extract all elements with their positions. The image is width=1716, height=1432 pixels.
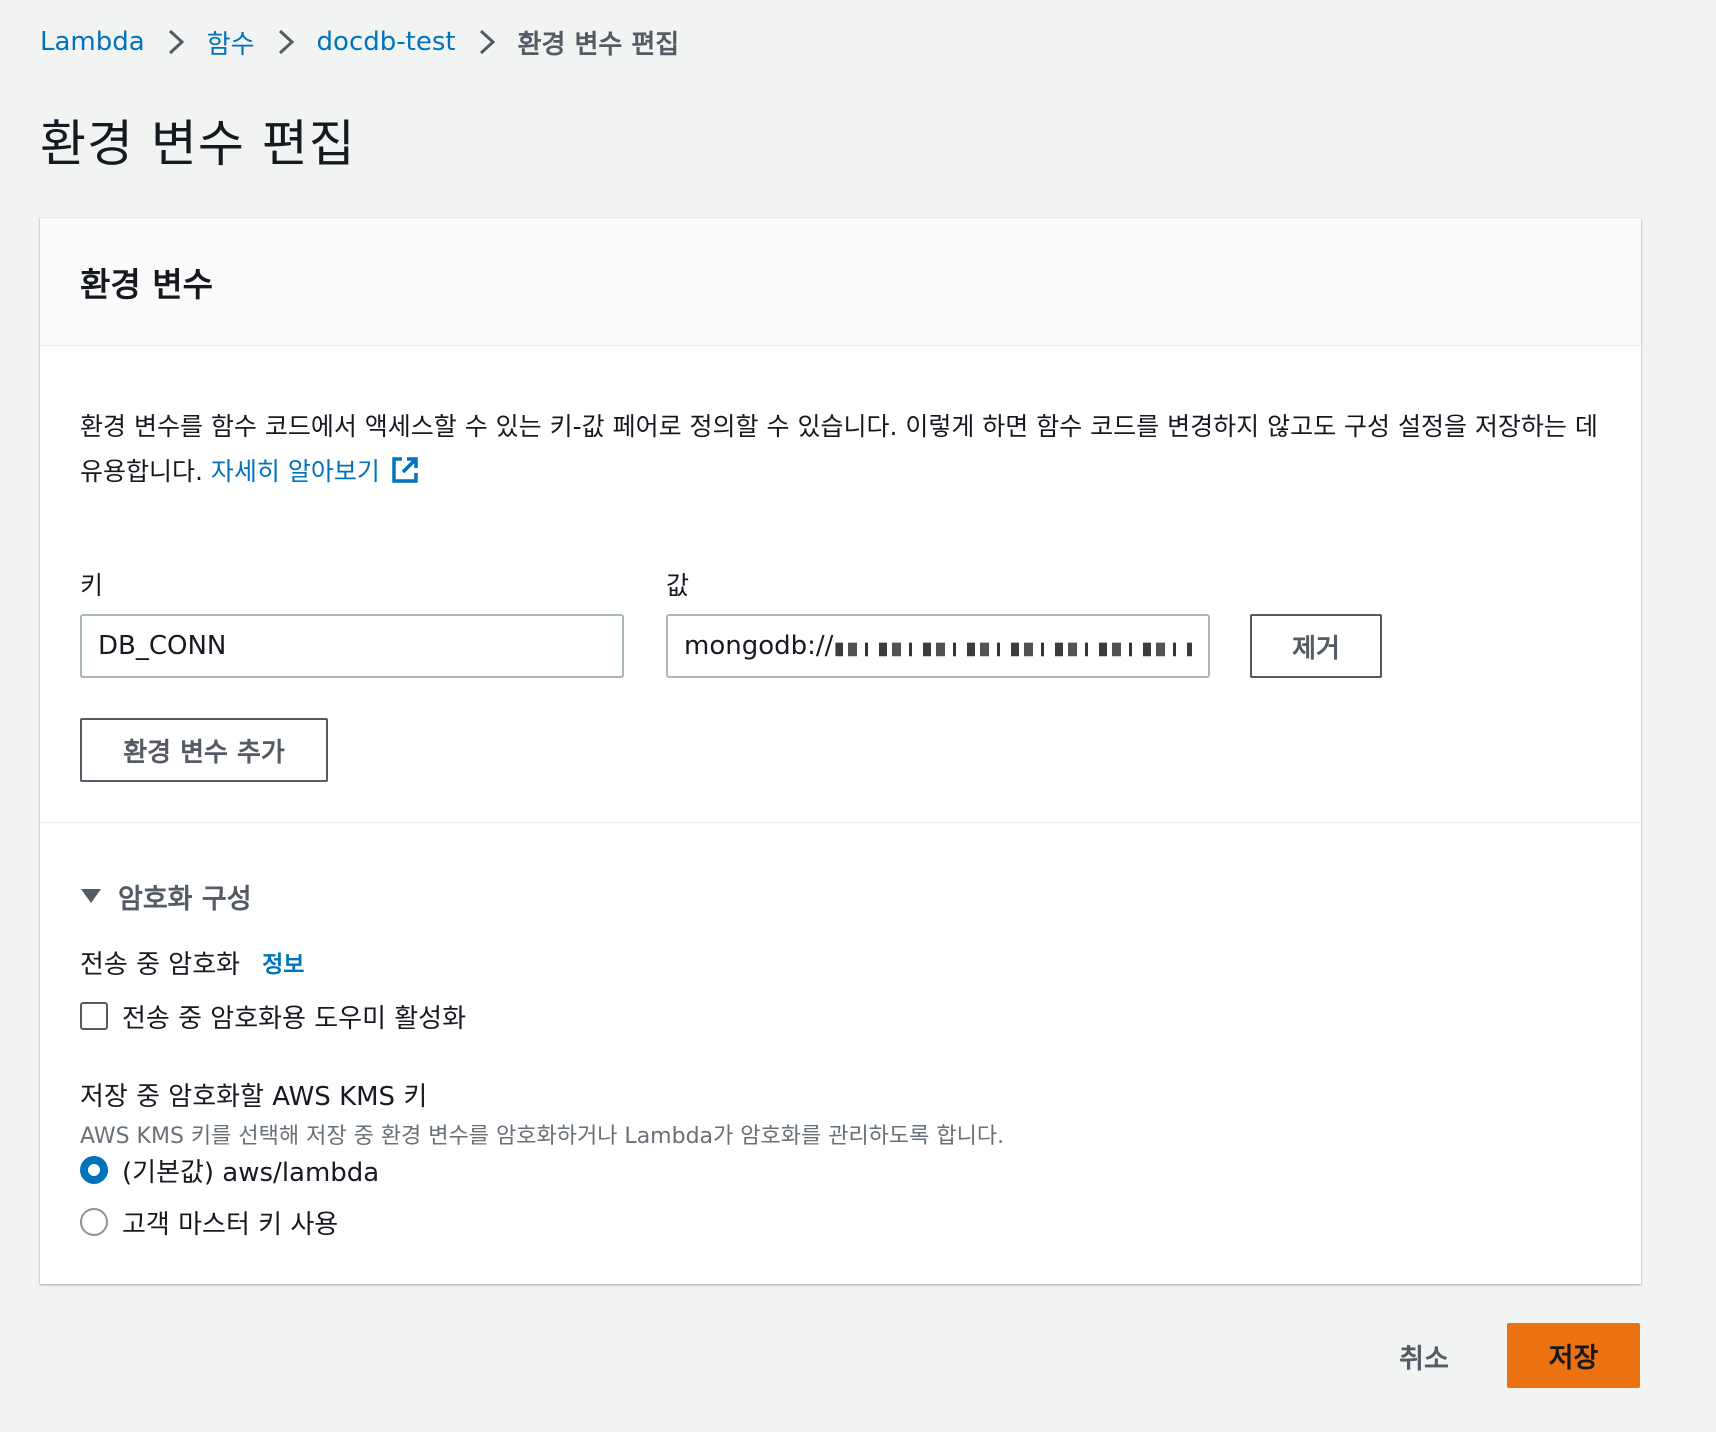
learn-more-label: 자세히 알아보기	[210, 457, 380, 486]
encryption-section-title: 암호화 구성	[118, 883, 252, 915]
kms-customer-label: 고객 마스터 키 사용	[122, 1209, 339, 1240]
transit-encryption-label: 전송 중 암호화 정보	[80, 942, 304, 982]
environment-variables-panel: 환경 변수 환경 변수를 함수 코드에서 액세스할 수 있는 키-값 페어로 정…	[40, 218, 1641, 1284]
external-link-icon	[392, 457, 418, 483]
breadcrumb-current: 환경 변수 편집	[517, 29, 680, 60]
kms-customer-radio[interactable]	[80, 1208, 108, 1236]
key-input[interactable]: DB_CONN	[80, 614, 624, 678]
cancel-button[interactable]: 취소	[1372, 1324, 1476, 1388]
transit-helper-label: 전송 중 암호화용 도우미 활성화	[122, 1003, 467, 1034]
remove-button[interactable]: 제거	[1250, 614, 1382, 678]
chevron-right-icon	[456, 22, 518, 62]
add-environment-variable-button[interactable]: 환경 변수 추가	[80, 718, 328, 782]
transit-encryption-text: 전송 중 암호화	[80, 949, 241, 980]
redacted-connection-string	[835, 642, 1192, 657]
section-divider	[40, 822, 1641, 823]
value-label: 값	[666, 571, 690, 600]
info-link[interactable]: 정보	[262, 945, 304, 979]
breadcrumb-function-name[interactable]: docdb-test	[317, 27, 456, 57]
env-description: 환경 변수를 함수 코드에서 액세스할 수 있는 키-값 페어로 정의할 수 있…	[80, 404, 1600, 494]
panel-header: 환경 변수	[40, 218, 1641, 346]
breadcrumb: Lambda 함수 docdb-test 환경 변수 편집	[40, 22, 679, 62]
kms-option-default[interactable]: (기본값) aws/lambda	[80, 1150, 379, 1190]
panel-title: 환경 변수	[80, 264, 213, 304]
kms-default-label: (기본값) aws/lambda	[122, 1157, 380, 1188]
key-label: 키	[80, 571, 104, 600]
value-input[interactable]: mongodb://	[666, 614, 1210, 678]
page: Lambda 함수 docdb-test 환경 변수 편집 환경 변수 편집 환…	[0, 0, 1716, 1432]
caret-down-icon	[81, 889, 101, 903]
transit-helper-option[interactable]: 전송 중 암호화용 도우미 활성화	[80, 996, 466, 1036]
chevron-right-icon	[255, 22, 317, 62]
key-input-value: DB_CONN	[98, 631, 227, 661]
breadcrumb-lambda[interactable]: Lambda	[40, 27, 145, 57]
kms-option-customer-key[interactable]: 고객 마스터 키 사용	[80, 1202, 338, 1242]
encryption-config-toggle[interactable]: 암호화 구성	[80, 876, 252, 916]
value-input-value: mongodb://	[684, 631, 834, 661]
kms-key-description: AWS KMS 키를 선택해 저장 중 환경 변수를 암호화하거나 Lambda…	[80, 1124, 1005, 1149]
transit-helper-checkbox[interactable]	[80, 1002, 108, 1030]
kms-default-radio[interactable]	[80, 1156, 108, 1184]
learn-more-link[interactable]: 자세히 알아보기	[211, 457, 420, 486]
kms-key-title: 저장 중 암호화할 AWS KMS 키	[80, 1082, 428, 1112]
breadcrumb-functions[interactable]: 함수	[207, 24, 255, 61]
page-title: 환경 변수 편집	[40, 115, 356, 173]
chevron-right-icon	[145, 22, 207, 62]
save-button[interactable]: 저장	[1507, 1323, 1640, 1388]
